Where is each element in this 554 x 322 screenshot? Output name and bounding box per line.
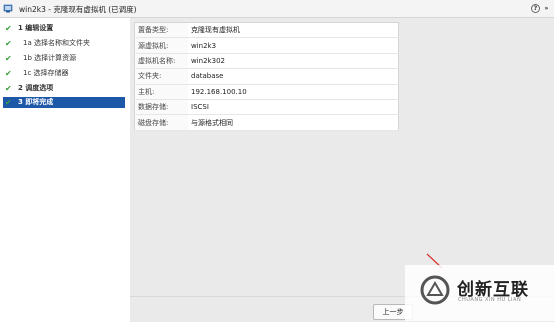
summary-key: 磁盘存储: [134,114,188,131]
step-label: 2 调度选项 [18,84,54,92]
table-row: 数据存储: ISCSI [134,99,399,116]
step-select-storage[interactable]: ✔ 1c 选择存储器 [3,68,125,79]
summary-key: 虚拟机名称: [134,53,188,70]
summary-value: 克隆现有虚拟机 [188,22,399,39]
step-select-name-folder[interactable]: ✔ 1a 选择名称和文件夹 [3,38,125,49]
step-label: 1b 选择计算资源 [23,54,77,62]
expand-icon[interactable]: » [542,4,551,13]
checkmark-icon: ✔ [5,84,12,93]
summary-key: 置备类型: [134,22,188,39]
table-row: 磁盘存储: 与源格式相同 [134,114,399,131]
help-icon[interactable]: ? [531,4,540,13]
summary-value: win2k302 [188,53,399,70]
content-panel: 置备类型: 克隆现有虚拟机 源虚拟机: win2k3 虚拟机名称: win2k3… [130,18,554,296]
checkmark-icon: ✔ [5,39,12,48]
checkmark-icon: ✔ [5,98,12,107]
summary-key: 主机: [134,84,188,100]
vm-icon [3,4,13,13]
summary-key: 数据存储: [134,99,188,116]
window-title: win2k3 - 克隆现有虚拟机 (已调度) [19,5,137,14]
summary-key: 源虚拟机: [134,37,188,54]
checkmark-icon: ✔ [5,24,12,33]
checkmark-icon: ✔ [5,69,12,78]
table-row: 置备类型: 克隆现有虚拟机 [134,22,399,39]
table-row: 主机: 192.168.100.10 [134,84,399,100]
step-label: 3 即将完成 [18,98,54,106]
watermark-subtext: CHUANG XIN HU LIAN [458,297,522,303]
summary-value: ISCSI [188,99,399,116]
summary-value: database [188,68,399,85]
summary-table: 置备类型: 克隆现有虚拟机 源虚拟机: win2k3 虚拟机名称: win2k3… [134,22,399,131]
step-label: 1c 选择存储器 [23,69,69,77]
step-schedule-options[interactable]: ✔ 2 调度选项 [3,83,125,94]
step-edit-settings[interactable]: ✔ 1 编辑设置 [3,23,125,34]
step-select-compute-resource[interactable]: ✔ 1b 选择计算资源 [3,53,125,64]
brand-logo-icon [420,275,450,305]
summary-value: win2k3 [188,37,399,54]
table-row: 虚拟机名称: win2k302 [134,53,399,70]
watermark: 创新互联 CHUANG XIN HU LIAN [405,265,554,321]
table-row: 源虚拟机: win2k3 [134,37,399,54]
checkmark-icon: ✔ [5,54,12,63]
table-row: 文件夹: database [134,68,399,85]
wizard-steps: ✔ 1 编辑设置 ✔ 1a 选择名称和文件夹 ✔ 1b 选择计算资源 ✔ 1c … [0,18,127,302]
summary-value: 192.168.100.10 [188,84,399,100]
step-ready-to-complete[interactable]: ✔ 3 即将完成 [3,97,125,108]
step-label: 1 编辑设置 [18,24,54,32]
step-label: 1a 选择名称和文件夹 [23,39,90,47]
summary-key: 文件夹: [134,68,188,85]
summary-value: 与源格式相同 [188,114,399,131]
title-bar: win2k3 - 克隆现有虚拟机 (已调度) ? » [0,0,554,18]
